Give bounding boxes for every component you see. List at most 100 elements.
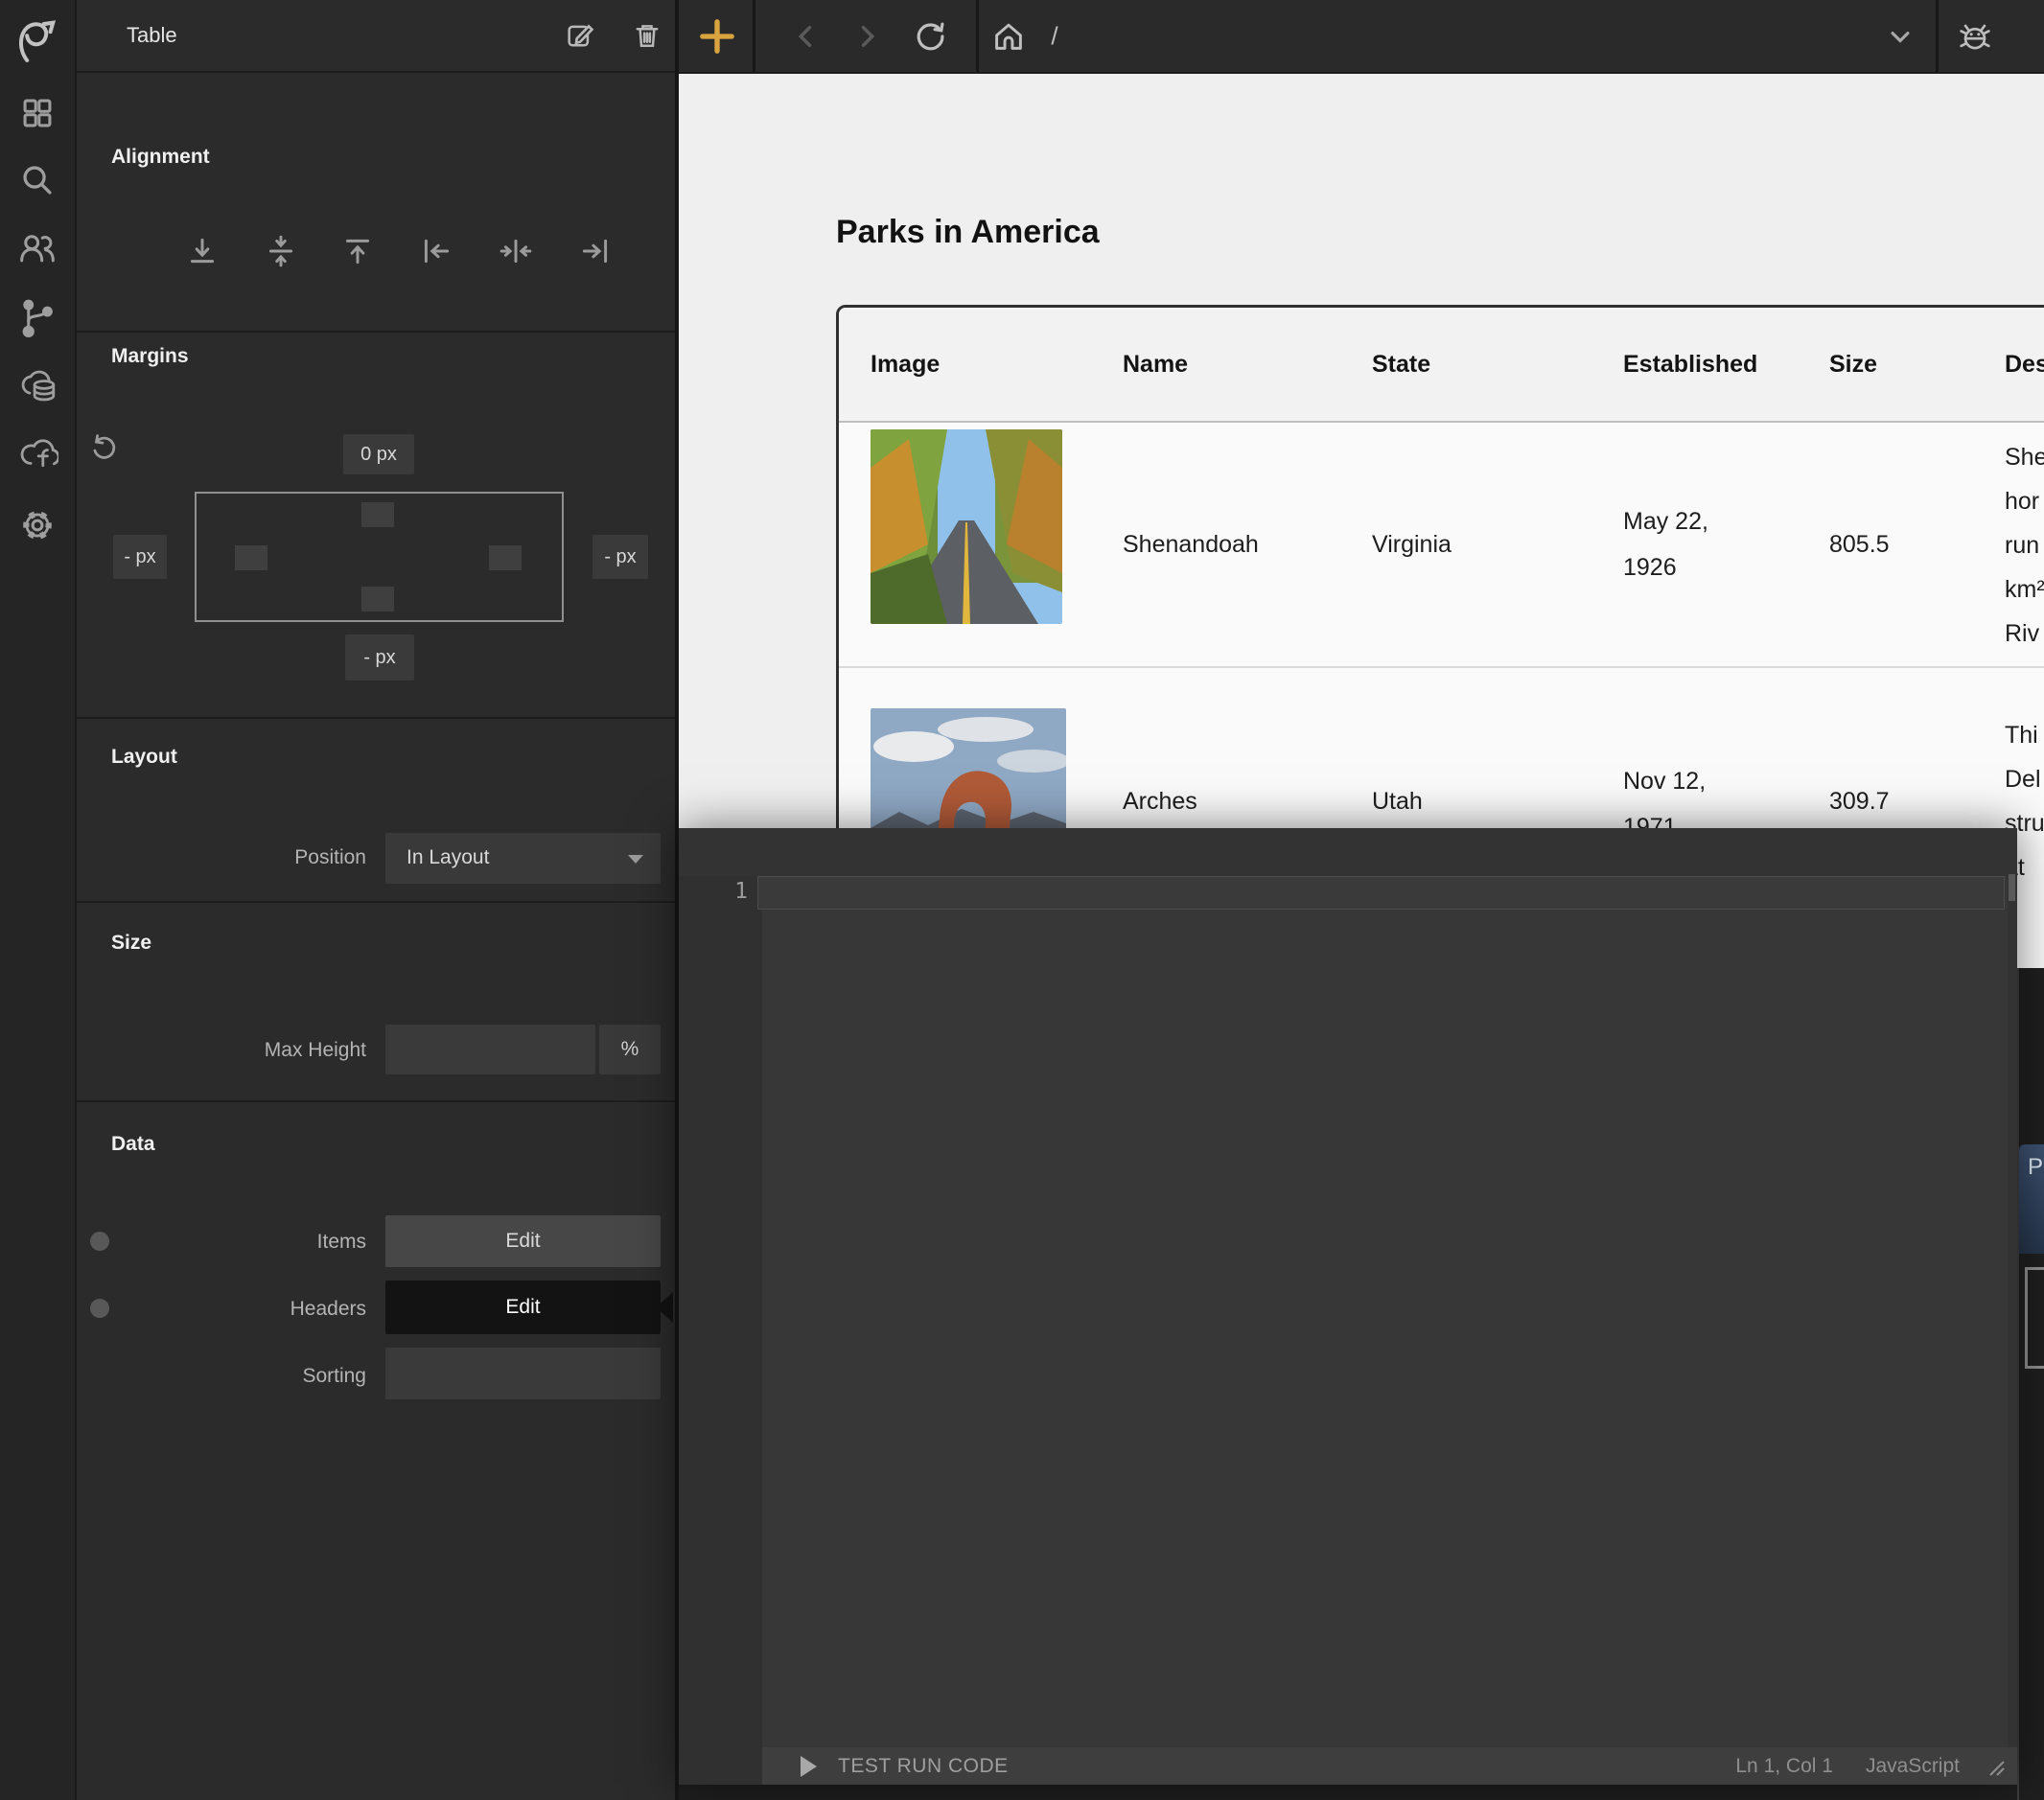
cell-state: Utah [1372, 788, 1623, 816]
search-icon[interactable] [18, 161, 57, 199]
position-dropdown[interactable]: In Layout [385, 833, 661, 884]
layout-heading: Layout [111, 746, 177, 769]
settings-gear-icon[interactable] [17, 505, 58, 545]
margin-right-handle[interactable] [489, 545, 522, 570]
max-height-input[interactable] [385, 1025, 595, 1074]
cell-established: May 22, 1926 [1623, 498, 1736, 590]
headers-label: Headers [192, 1298, 366, 1321]
margin-bottom-handle[interactable] [361, 587, 394, 612]
size-heading: Size [111, 932, 151, 955]
icon-rail [0, 0, 75, 1800]
cursor-position: Ln 1, Col 1 [1735, 1755, 1833, 1778]
divider [77, 901, 675, 903]
col-header-established: Established [1623, 351, 1829, 379]
refresh-icon[interactable] [913, 19, 947, 54]
sorting-label: Sorting [192, 1365, 366, 1388]
reset-margins-icon[interactable] [88, 433, 119, 464]
cell-size: 309.7 [1829, 788, 2005, 816]
max-height-unit[interactable]: % [599, 1025, 661, 1074]
delete-component-icon[interactable] [631, 19, 663, 52]
language-indicator[interactable]: JavaScript [1866, 1755, 1960, 1778]
cell-description: She hor run km² Riv [2005, 423, 2044, 656]
position-value: In Layout [406, 846, 489, 869]
toolbar-divider [976, 0, 979, 72]
align-center-vertical-icon[interactable] [264, 234, 298, 268]
data-heading: Data [111, 1133, 155, 1156]
editor-scrollbar-thumb[interactable] [2009, 874, 2015, 901]
divider [77, 1100, 675, 1102]
table-header-row: Image Name State Established Size Des [839, 308, 2044, 423]
editor-gutter [679, 876, 762, 1785]
node-graph-panel-edge [2017, 968, 2019, 1800]
items-edit-button[interactable]: Edit [385, 1215, 661, 1267]
margins-box [195, 492, 564, 622]
margin-left-field[interactable]: - px [113, 535, 167, 579]
cloud-functions-icon[interactable] [16, 433, 58, 473]
col-header-size: Size [1829, 351, 2005, 379]
debug-bug-icon[interactable] [1955, 16, 1995, 57]
sorting-field[interactable] [385, 1348, 661, 1399]
margin-left-handle[interactable] [235, 545, 267, 570]
add-node-icon[interactable] [697, 16, 737, 57]
margin-bottom-field[interactable]: - px [345, 635, 414, 681]
page-title: Parks in America [836, 214, 1100, 251]
panel-title: Table [127, 23, 177, 48]
graph-node-label: Pa [2028, 1154, 2044, 1180]
preview-toolbar: / [679, 0, 2044, 74]
app-window: { "panel": { "title": "Table", "alignmen… [0, 0, 2044, 1800]
properties-panel: Table Alignment [75, 0, 679, 1800]
cloud-data-icon[interactable] [16, 365, 58, 405]
resize-grip[interactable] [1981, 1756, 2006, 1777]
margins-heading: Margins [111, 345, 189, 368]
graph-node-partial[interactable]: Pa [2019, 1144, 2044, 1254]
items-connection-dot[interactable] [90, 1232, 109, 1251]
align-right-icon[interactable] [578, 234, 613, 268]
editor-code-area[interactable] [762, 876, 2008, 1747]
components-grid-icon[interactable] [18, 94, 57, 132]
items-label: Items [192, 1231, 366, 1254]
test-run-code-label: TEST RUN CODE [838, 1755, 1009, 1778]
divider [77, 71, 675, 73]
alignment-heading: Alignment [111, 146, 210, 169]
editor-line-number: 1 [717, 879, 748, 904]
version-control-icon[interactable] [18, 297, 57, 339]
cell-name: Arches [1123, 788, 1372, 816]
viewport-chevron-down-icon[interactable] [1884, 20, 1916, 53]
table-row[interactable]: Shenandoah Virginia May 22, 1926 805.5 S… [839, 423, 2044, 668]
max-height-label: Max Height [153, 1039, 366, 1062]
margin-top-handle[interactable] [361, 502, 394, 527]
align-center-horizontal-icon[interactable] [499, 234, 533, 268]
toolbar-divider [753, 0, 755, 72]
margin-top-field[interactable]: 0 px [343, 434, 414, 474]
nav-back-icon[interactable] [792, 22, 821, 51]
col-header-state: State [1372, 351, 1623, 379]
cell-state: Virginia [1372, 531, 1623, 559]
headers-connection-dot[interactable] [90, 1299, 109, 1318]
home-icon[interactable] [991, 19, 1026, 54]
headers-edit-button[interactable]: Edit [385, 1281, 661, 1334]
editor-current-line[interactable] [757, 876, 2005, 910]
cell-name: Shenandoah [1123, 531, 1372, 559]
divider [77, 717, 675, 719]
editor-status-right: Ln 1, Col 1 JavaScript [1735, 1755, 1960, 1778]
divider [77, 331, 675, 333]
headers-popup-tail [656, 1292, 673, 1323]
toolbar-divider [1936, 0, 1939, 72]
col-header-description: Des [2005, 351, 2044, 379]
app-logo-icon[interactable] [15, 17, 59, 67]
rename-component-icon[interactable] [564, 19, 596, 52]
test-run-code-button[interactable]: TEST RUN CODE [801, 1755, 1009, 1778]
play-icon [801, 1756, 817, 1777]
main-area: / Parks in America Image Name [679, 0, 2044, 1800]
margin-right-field[interactable]: - px [592, 535, 648, 579]
align-left-icon[interactable] [419, 234, 453, 268]
url-path[interactable]: / [1051, 21, 1057, 51]
col-header-image: Image [871, 351, 1123, 379]
align-top-icon[interactable] [340, 234, 375, 268]
users-icon[interactable] [17, 228, 58, 268]
col-header-name: Name [1123, 351, 1372, 379]
align-bottom-icon[interactable] [185, 234, 220, 268]
code-editor-popup: 1 TEST RUN CODE Ln 1, Col 1 JavaScript [679, 828, 2017, 1785]
nav-forward-icon[interactable] [852, 22, 881, 51]
cell-size: 805.5 [1829, 531, 2005, 559]
